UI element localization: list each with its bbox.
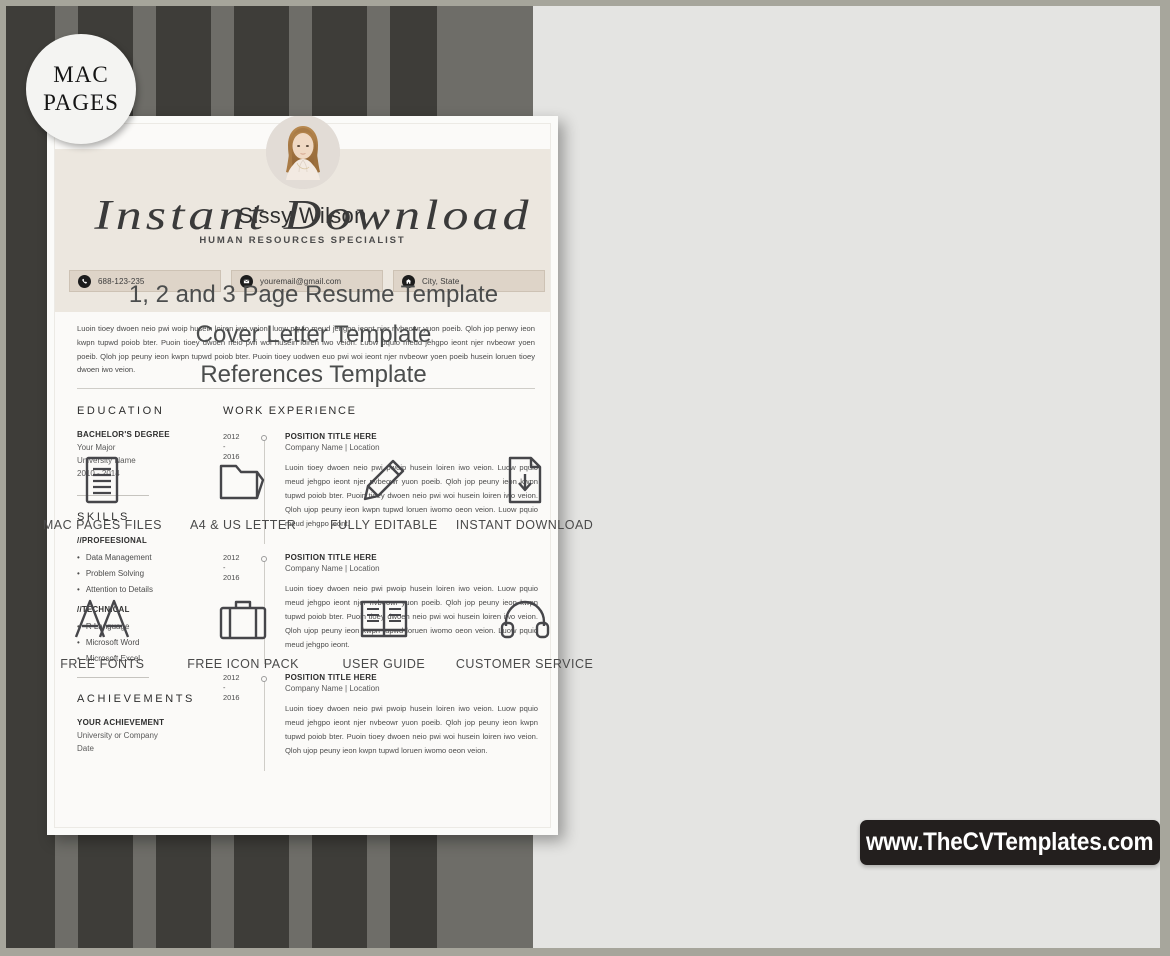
folder-icon [217, 452, 269, 508]
feature-label: FREE ICON PACK [187, 657, 299, 671]
listing-image: Sissy Wilson HUMAN RESOURCES SPECIALIST … [0, 0, 1170, 956]
briefcase-icon [217, 591, 269, 647]
achievements-section-title: ACHIEVEMENTS [77, 692, 195, 705]
promo-headline: Instant Download [94, 192, 533, 239]
promo-panel [533, 6, 1160, 948]
education-degree: BACHELOR'S DEGREE [77, 430, 170, 439]
work-company: Company Name | Location [285, 684, 380, 694]
work-year-from: 2012 [223, 673, 240, 683]
website-url-text: www.TheCVTemplates.com [866, 828, 1154, 856]
work-position: POSITION TITLE HERE [285, 432, 377, 441]
frame-right [1160, 0, 1170, 956]
feature-instant-download: INSTANT DOWNLOAD [454, 452, 595, 532]
feature-label: FREE FONTS [60, 657, 145, 671]
work-entry-years: 2012 - 2016 [223, 673, 249, 703]
timeline-dot-icon [261, 435, 267, 441]
work-year-separator: - [223, 683, 226, 693]
work-year-separator: - [223, 441, 226, 451]
work-year-to: 2016 [223, 693, 240, 703]
work-section-title: WORK EXPERIENCE [223, 405, 357, 417]
badge-line-1: MAC [53, 61, 109, 87]
timeline-line [263, 680, 265, 771]
feature-customer-service: CUSTOMER SERVICE [454, 591, 595, 671]
frame-top [0, 0, 1170, 6]
feature-label: MAC PAGES FILES [42, 518, 162, 532]
work-description: Luoin tioey dwoen neio pwi pwoip husein … [285, 704, 538, 756]
badge-line-2: PAGES [43, 90, 119, 115]
feature-icon-grid: MAC PAGES FILES A4 & US LETTER FULLY EDI… [32, 452, 595, 671]
double-a-icon [73, 591, 131, 647]
work-company: Company Name | Location [285, 443, 380, 452]
timeline-dot-icon [261, 676, 267, 683]
frame-left [0, 0, 6, 956]
feature-free-fonts: FREE FONTS [32, 591, 173, 671]
feature-fully-editable: FULLY EDITABLE [314, 452, 455, 532]
feature-label: A4 & US LETTER [189, 518, 297, 532]
education-section-title: EDUCATION [77, 405, 165, 417]
frame-bottom [0, 948, 1170, 956]
website-url-banner[interactable]: www.TheCVTemplates.com [860, 820, 1160, 865]
promo-feature-line: 1, 2 and 3 Page Resume Template [128, 281, 499, 308]
work-position: POSITION TITLE HERE [285, 673, 377, 683]
document-download-icon [504, 452, 546, 508]
open-book-icon [358, 591, 410, 647]
feature-label: INSTANT DOWNLOAD [455, 518, 594, 532]
feature-user-guide: USER GUIDE [314, 591, 455, 671]
feature-label: USER GUIDE [342, 657, 426, 671]
mac-pages-badge: MAC PAGES [26, 34, 136, 144]
promo-feature-lines: 1, 2 and 3 Page Resume Template Cover Le… [0, 275, 627, 395]
document-lines-icon [81, 452, 123, 508]
feature-a4-us-letter: A4 & US LETTER [173, 452, 314, 532]
avatar [265, 116, 340, 189]
feature-free-icon-pack: FREE ICON PACK [173, 591, 314, 671]
promo-feature-line: Cover Letter Template [195, 321, 432, 349]
promo-feature-line: References Template [200, 361, 427, 389]
work-entry: 2012 - 2016 POSITION TITLE HERE Company … [223, 673, 538, 771]
achievement-heading: YOUR ACHIEVEMENT [77, 717, 165, 727]
skills-divider [77, 676, 149, 678]
feature-label: CUSTOMER SERVICE [455, 657, 594, 671]
achievement-org: University or Company [77, 730, 158, 740]
work-year-from: 2012 [223, 432, 240, 441]
headphones-icon [499, 591, 551, 647]
timeline-dot-icon [261, 555, 267, 562]
feature-label: FULLY EDITABLE [330, 518, 438, 532]
pencil-icon [360, 452, 408, 508]
achievement-date: Date [77, 743, 94, 753]
feature-mac-pages-files: MAC PAGES FILES [32, 452, 173, 532]
